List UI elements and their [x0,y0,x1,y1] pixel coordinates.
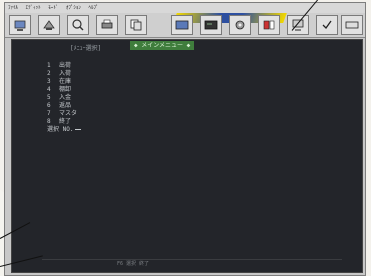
terminal-icon [204,20,218,30]
menu-edit[interactable]: ｴﾃﾞｨｯﾄ [23,3,44,13]
terminal-screen[interactable]: [ﾒﾆｭｰ選択] ◆ メインメニュー ◆ 1 出荷 2 入荷 3 在庫 4 棚卸 5 入金… [11,39,363,273]
status-bar: F6 選択 終了 [42,259,342,268]
status-text: F6 選択 終了 [117,261,150,267]
menu-item[interactable]: 3 在庫 [47,78,81,86]
screen-button[interactable] [287,15,309,35]
menu-item-number: 4 [47,86,51,93]
menu-mode[interactable]: ﾓｰﾄﾞ [45,3,61,13]
terminal-button[interactable] [200,15,222,35]
window-button[interactable] [171,15,193,35]
menu-list: 1 出荷 2 入荷 3 在庫 4 棚卸 5 入金 6 返品 7 マスタ 8 終了 選択 NO. [47,62,82,134]
menu-options[interactable]: ｵﾌﾟｼｮﾝ [63,3,84,13]
keyboard-icon [345,21,359,29]
copy-icon [130,19,142,31]
menu-item-number: 8 [47,118,51,125]
transfer-button[interactable] [258,15,280,35]
menu-item-number: 5 [47,94,51,101]
menu-item[interactable]: 1 出荷 [47,62,81,70]
connect-button[interactable] [9,15,31,35]
transfer-icon [263,20,275,30]
settings-button[interactable] [229,15,251,35]
menu-item-number: 7 [47,110,51,117]
search-button[interactable] [67,15,89,35]
search-icon [72,19,84,31]
menu-item[interactable]: 5 入金 [47,94,81,102]
print-icon [101,19,113,29]
terminal-emulator-window: ﾌｧｲﾙ ｴﾃﾞｨｯﾄ ﾓｰﾄﾞ ｵﾌﾟｼｮﾝ ﾍﾙﾌﾟ [ﾒﾆｭｰ選択] ◆ … [4,2,366,276]
copy-button[interactable] [125,15,147,35]
menu-item-label: 入金 [59,94,72,101]
menu-item-number: 1 [47,62,51,69]
disconnect-button[interactable] [38,15,60,35]
menu-item-label: 棚卸 [59,86,72,93]
disconnect-icon [43,20,55,30]
menu-item[interactable]: 7 マスタ [47,110,81,118]
selection-prompt[interactable]: 選択 NO. [47,126,82,134]
menu-help[interactable]: ﾍﾙﾌﾟ [85,3,101,13]
menu-file[interactable]: ﾌｧｲﾙ [5,3,21,13]
menu-item[interactable]: 2 入荷 [47,70,81,78]
mode-label: [ﾒﾆｭｰ選択] [70,45,102,52]
menu-item-number: 6 [47,102,51,109]
menu-item-number: 2 [47,70,51,77]
menu-title: ◆ メインメニュー ◆ [130,41,195,50]
toolbar [5,13,365,38]
menu-item[interactable]: 4 棚卸 [47,86,81,94]
settings-icon [235,20,245,30]
check-icon [322,20,332,30]
keyboard-button[interactable] [341,15,363,35]
window-icon [175,20,189,30]
menu-item[interactable]: 6 返品 [47,102,81,110]
connect-icon [14,20,26,31]
prompt-label: 選択 NO. [47,126,74,133]
menu-item[interactable]: 8 終了 [47,118,81,126]
menu-item-label: 終了 [59,118,72,125]
menu-item-label: 入荷 [59,70,72,77]
menu-item-number: 3 [47,78,51,85]
menu-item-label: 在庫 [59,78,72,85]
menu-item-label: 返品 [59,102,72,109]
check-button[interactable] [316,15,338,35]
text-cursor [75,129,82,130]
print-button[interactable] [96,15,118,35]
menu-item-label: マスタ [59,110,78,117]
menu-item-label: 出荷 [59,62,72,69]
